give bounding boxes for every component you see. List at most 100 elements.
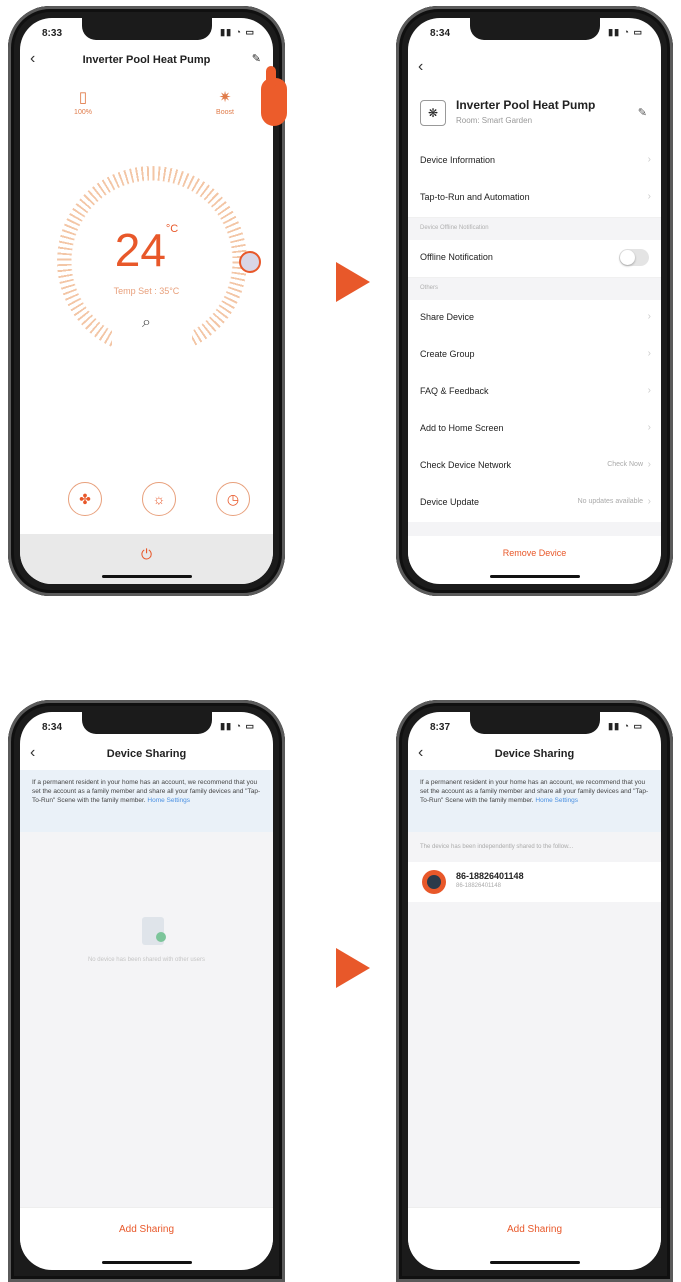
row-label: Offline Notification [420,252,493,262]
back-icon[interactable]: ‹ [418,58,423,76]
sun-mode-icon[interactable]: ☼ [142,482,176,516]
shared-note: The device has been independently shared… [420,844,574,850]
chevron-right-icon: › [647,311,651,322]
fan-icon[interactable]: ✤ [68,482,102,516]
pointing-hand-icon [261,66,287,126]
home-settings-link[interactable]: Home Settings [535,797,578,804]
row-value: Check Now [607,461,643,468]
edit-icon[interactable]: ✎ [638,106,647,119]
status-time: 8:34 [42,722,63,733]
row-label: Add to Home Screen [420,423,504,433]
device-icon: ❋ [420,100,446,126]
temperature-unit: °C [165,223,179,235]
check-network-row[interactable]: Check Device Network Check Now › [408,448,661,486]
share-device-row[interactable]: Share Device › [408,300,661,338]
chevron-right-icon: › [647,422,651,433]
nav-bar: ‹ Inverter Pool Heat Pump ✎ [20,48,273,74]
water-level-label: 100% [74,109,92,116]
current-temperature: 24°C [20,223,273,277]
offline-notification-row: Offline Notification [408,240,661,278]
nav-bar: ‹ Device Sharing [20,742,273,768]
home-indicator [101,575,192,578]
user-account: 86-18826401148 [456,883,501,889]
nav-bar: ‹ Device Sharing [408,742,661,768]
row-label: Device Update [420,497,480,507]
page-title: Device Sharing [106,748,187,760]
notch [469,712,600,734]
chevron-right-icon: › [647,459,651,470]
device-information-row[interactable]: Device Information › [408,143,661,181]
status-icons: ▮▮ ◔ ▭ [220,721,255,731]
status-time: 8:37 [430,722,451,733]
status-icons: ▮▮ ◔ ▭ [220,27,255,37]
section-others-header: Others [408,278,661,300]
edit-icon[interactable]: ✎ [252,52,261,65]
avatar [422,870,446,894]
device-name: Inverter Pool Heat Pump [456,98,596,112]
temp-set-label: Temp Set : 35°C [113,286,180,296]
phone-device-sharing-empty: 8:34 ▮▮ ◔ ▭ ‹ Device Sharing If a perman… [8,700,285,1282]
status-time: 8:34 [430,28,451,39]
row-value: No updates available [577,498,643,505]
sharing-list-empty [20,832,273,1208]
row-label: FAQ & Feedback [420,386,489,396]
dial-knob[interactable] [239,251,261,273]
home-settings-link[interactable]: Home Settings [147,797,190,804]
sharing-notice: If a permanent resident in your home has… [20,770,273,832]
remove-device-button[interactable]: Remove Device [408,536,661,570]
device-header: ❋ Inverter Pool Heat Pump Room: Smart Ga… [408,92,661,142]
shared-user-row[interactable]: 86-18826401148 86-18826401148 [408,862,661,902]
search-icon[interactable]: ⌕ [20,314,273,332]
phone-device-sharing-shared: 8:37 ▮▮ ◔ ▭ ‹ Device Sharing If a perman… [396,700,673,1282]
row-label: Tap-to-Run and Automation [420,192,530,202]
add-sharing-button[interactable]: Add Sharing [408,1224,661,1235]
water-icon: ▯ [78,89,88,106]
empty-badge-icon [156,932,166,942]
chevron-right-icon: › [647,385,651,396]
add-to-home-row[interactable]: Add to Home Screen › [408,411,661,449]
add-sharing-button[interactable]: Add Sharing [20,1224,273,1235]
device-room: Room: Smart Garden [456,116,533,125]
page-title: Inverter Pool Heat Pump [82,54,211,66]
notch [81,18,212,40]
chevron-right-icon: › [647,191,651,202]
status-icons: ▮▮ ◔ ▭ [608,721,643,731]
tap-to-run-row[interactable]: Tap-to-Run and Automation › [408,180,661,218]
screen: 8:34 ▮▮ ◔ ▭ ‹ Device Sharing If a perman… [20,712,273,1270]
arrow-right-icon [336,948,370,988]
power-icon[interactable]: ⏻ [20,546,273,563]
device-update-row[interactable]: Device Update No updates available › [408,485,661,523]
phone-device-settings: 8:34 ▮▮ ◔ ▭ ‹ ❋ Inverter Pool Heat Pump … [396,6,673,596]
status-icons: ▮▮ ◔ ▭ [608,27,643,37]
chevron-right-icon: › [647,154,651,165]
notch [81,712,212,734]
arrow-right-icon [336,262,370,302]
sun-icon: ✷ [218,89,232,106]
temperature-value: 24 [114,224,166,276]
home-indicator [101,1261,192,1264]
section-offline-header: Device Offline Notification [408,218,661,240]
section-label: Device Offline Notification [420,225,489,231]
sharing-notice: If a permanent resident in your home has… [408,770,661,832]
phone-heat-pump-control: 8:33 ▮▮ ◔ ▭ ‹ Inverter Pool Heat Pump ✎ … [8,6,285,596]
water-level-stat: ▯ 100% [58,88,108,116]
offline-notification-toggle[interactable] [619,249,649,266]
screen: 8:37 ▮▮ ◔ ▭ ‹ Device Sharing If a perman… [408,712,661,1270]
user-name: 86-18826401148 [456,871,524,881]
status-time: 8:33 [42,28,63,39]
row-label: Share Device [420,312,475,322]
home-indicator [489,1261,580,1264]
home-indicator [489,575,580,578]
chevron-right-icon: › [647,348,651,359]
add-sharing-bar: Add Sharing [408,1207,661,1256]
timer-icon[interactable]: ◷ [216,482,250,516]
mode-stat: ✷ Boost [200,88,250,116]
section-label: Others [420,285,439,291]
notch [469,18,600,40]
faq-feedback-row[interactable]: FAQ & Feedback › [408,374,661,412]
screen: 8:34 ▮▮ ◔ ▭ ‹ ❋ Inverter Pool Heat Pump … [408,18,661,584]
create-group-row[interactable]: Create Group › [408,337,661,375]
row-label: Device Information [420,155,496,165]
page-title: Device Sharing [494,748,575,760]
row-label: Check Device Network [420,460,512,470]
